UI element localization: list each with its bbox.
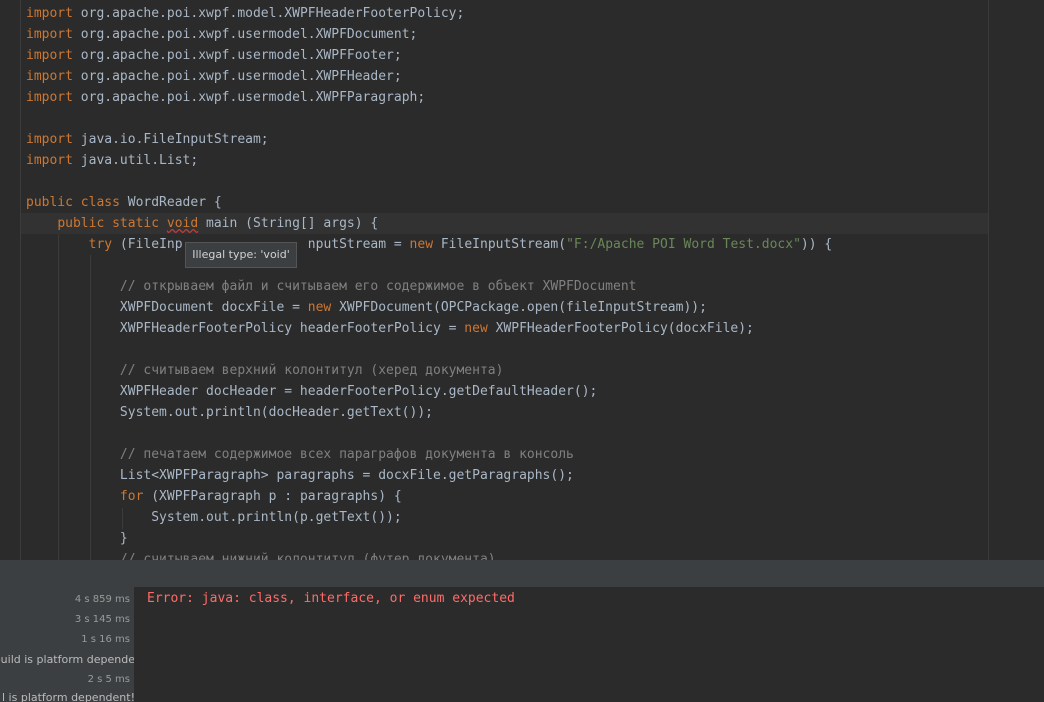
panel-separator (0, 560, 1044, 587)
keyword-token: import (26, 90, 73, 105)
code-token: System.out.println(p.getText()); (151, 510, 402, 525)
tooltip-text: Illegal type: 'void' (192, 248, 290, 261)
code-token: XWPFDocument docxFile = (119, 300, 308, 315)
code-line[interactable]: public class WordReader { (26, 192, 222, 213)
comment-token: // печатаем содержимое всех параграфов д… (119, 447, 574, 462)
keyword-token: new (307, 300, 332, 315)
code-line[interactable]: for (XWPFParagraph p : paragraphs) { (26, 486, 402, 507)
code-line[interactable]: import java.io.FileInputStream; (26, 129, 269, 150)
comment-token: // считываем нижний колонтитул (футер до… (119, 552, 496, 560)
code-token: org.apache.poi.xwpf.usermodel.XWPFDocume… (72, 27, 418, 42)
code-token: org.apache.poi.xwpf.usermodel.XWPFFooter… (72, 48, 402, 63)
code-token: org.apache.poi.xwpf.usermodel.XWPFHeader… (72, 69, 402, 84)
right-margin-guide (988, 0, 989, 560)
code-line[interactable]: XWPFHeaderFooterPolicy headerFooterPolic… (26, 318, 754, 339)
keyword-token: import (26, 48, 73, 63)
code-token: System.out.println(docHeader.getText()); (119, 405, 433, 420)
build-error-message: Error: java: class, interface, or enum e… (147, 591, 515, 606)
code-token: main (String[] args) { (198, 216, 379, 231)
code-line[interactable]: System.out.println(docHeader.getText()); (26, 402, 433, 423)
build-output-panel: 4 s 859 ms 3 s 145 ms 1 s 16 ms build is pl… (0, 587, 1044, 702)
code-line[interactable]: import org.apache.poi.xwpf.usermodel.XWP… (26, 24, 417, 45)
code-token: WordReader { (119, 195, 222, 210)
code-token: org.apache.poi.xwpf.usermodel.XWPFParagr… (72, 90, 426, 105)
code-editor[interactable]: import org.apache.poi.xwpf.model.XWPFHea… (0, 0, 1044, 560)
keyword-token: new (464, 321, 488, 336)
keyword-token: public static (57, 216, 160, 231)
build-message[interactable]: l is platform dependent! (2, 688, 134, 702)
code-token: } (119, 531, 128, 546)
code-line[interactable]: import org.apache.poi.xwpf.usermodel.XWP… (26, 87, 425, 108)
build-time[interactable]: 1 s 16 ms (81, 630, 130, 650)
error-token: void (166, 216, 199, 231)
code-line[interactable]: import org.apache.poi.xwpf.model.XWPFHea… (26, 3, 464, 24)
build-time[interactable]: 4 s 859 ms (75, 590, 130, 610)
code-line[interactable]: // открываем файл и считываем его содерж… (26, 276, 637, 297)
gutter-divider (20, 0, 21, 560)
comment-token: // открываем файл и считываем его содерж… (119, 279, 637, 294)
build-tree[interactable]: 4 s 859 ms 3 s 145 ms 1 s 16 ms build is pl… (0, 587, 134, 702)
code-line[interactable]: import org.apache.poi.xwpf.usermodel.XWP… (26, 45, 402, 66)
code-token: List<XWPFParagraph> paragraphs = docxFil… (119, 468, 574, 483)
keyword-token: public class (26, 195, 120, 210)
keyword-token: import (26, 27, 73, 42)
code-line[interactable]: import java.util.List; (26, 150, 198, 171)
code-line[interactable]: System.out.println(p.getText()); (26, 507, 402, 528)
keyword-token: import (26, 69, 73, 84)
code-line[interactable]: List<XWPFParagraph> paragraphs = docxFil… (26, 465, 574, 486)
code-line[interactable]: // печатаем содержимое всех параграфов д… (26, 444, 574, 465)
build-message[interactable]: build is platform depende (0, 650, 134, 670)
code-token: FileInputStream( (433, 237, 567, 252)
code-token: XWPFHeaderFooterPolicy(docxFile); (487, 321, 754, 336)
keyword-token: import (26, 132, 73, 147)
keyword-token: for (119, 489, 144, 504)
code-token: org.apache.poi.xwpf.model.XWPFHeaderFoot… (72, 6, 465, 21)
code-token: (FileInp (112, 237, 183, 252)
keyword-token: import (26, 153, 73, 168)
code-line[interactable]: XWPFDocument docxFile = new XWPFDocument… (26, 297, 707, 318)
keyword-token: import (26, 6, 73, 21)
code-token: )) { (800, 237, 833, 252)
code-token: java.util.List; (72, 153, 199, 168)
code-token: XWPFHeader docHeader = headerFooterPolic… (119, 384, 598, 399)
code-token: java.io.FileInputStream; (72, 132, 269, 147)
error-tooltip: Illegal type: 'void' (185, 242, 297, 268)
code-line[interactable]: try (FileInp nputStream = new FileInputS… (26, 234, 833, 255)
code-token: XWPFDocument(OPCPackage.open(fileInputSt… (331, 300, 707, 315)
code-line[interactable]: public static void main (String[] args) … (26, 213, 378, 234)
comment-token: // считываем верхний колонтитул (херед д… (119, 363, 504, 378)
code-line[interactable]: } (26, 528, 128, 549)
keyword-token: new (409, 237, 434, 252)
code-line[interactable]: XWPFHeader docHeader = headerFooterPolic… (26, 381, 597, 402)
keyword-token: try (88, 237, 113, 252)
code-token: nputStream = (307, 237, 410, 252)
string-token: "F:/Apache POI Word Test.docx" (566, 237, 801, 252)
build-time[interactable]: 2 s 5 ms (88, 670, 130, 690)
code-line[interactable]: import org.apache.poi.xwpf.usermodel.XWP… (26, 66, 402, 87)
code-token: (XWPFParagraph p : paragraphs) { (143, 489, 402, 504)
build-time[interactable]: 3 s 145 ms (75, 610, 130, 630)
code-line[interactable]: // считываем нижний колонтитул (футер до… (26, 549, 496, 560)
code-token: XWPFHeaderFooterPolicy headerFooterPolic… (119, 321, 465, 336)
code-line[interactable]: // считываем верхний колонтитул (херед д… (26, 360, 504, 381)
